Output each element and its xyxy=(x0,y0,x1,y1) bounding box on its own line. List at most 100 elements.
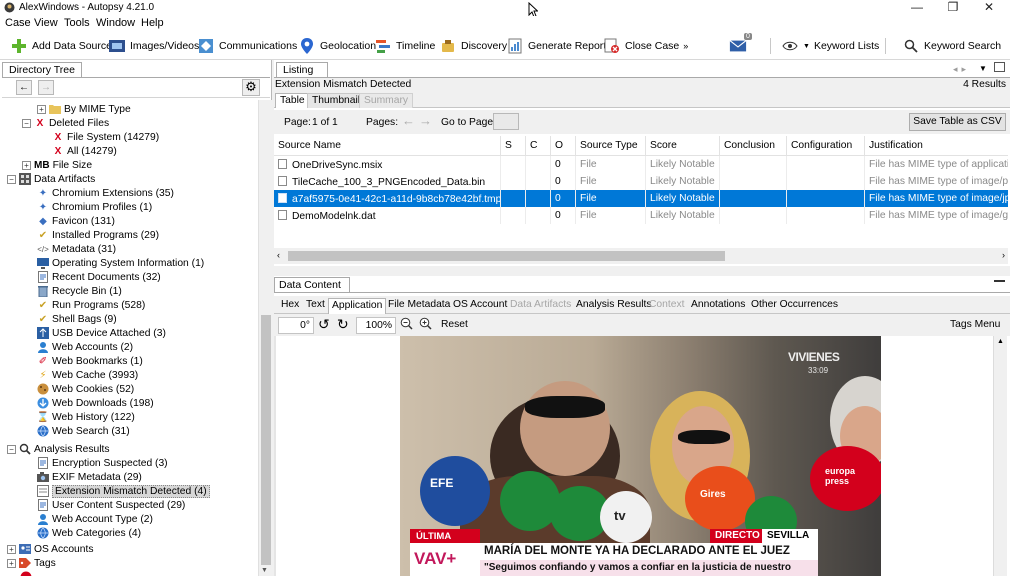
discovery-button[interactable]: Discovery xyxy=(439,36,507,56)
listing-menu-dropdown-icon[interactable]: ▼ xyxy=(979,64,987,73)
tree-item-data-artifacts[interactable]: − Data Artifacts xyxy=(7,172,95,186)
tree-item-analysis-results[interactable]: − Analysis Results xyxy=(7,442,110,456)
timeline-button[interactable]: Timeline xyxy=(374,36,435,56)
generate-report-button[interactable]: Generate Report xyxy=(506,36,606,56)
tags-menu-button[interactable]: Tags Menu xyxy=(950,319,1000,330)
communications-button[interactable]: Communications xyxy=(197,36,297,56)
tab-summary[interactable]: Summary xyxy=(359,93,414,108)
tree-item-by-mime-type[interactable]: + By MIME Type xyxy=(37,102,131,116)
tree-item-all[interactable]: X All (14279) xyxy=(52,144,117,158)
keyword-search-button[interactable]: Keyword Search xyxy=(902,36,1001,56)
tree-item-web-accounts[interactable]: Web Accounts (2) xyxy=(37,340,133,354)
rotate-left-icon[interactable]: ↺ xyxy=(318,316,330,333)
tree-item-file-size[interactable]: + MB File Size xyxy=(22,158,92,172)
listing-nav-arrows[interactable]: ◂▸ xyxy=(953,64,970,75)
tree-item-os-accounts[interactable]: + OS Accounts xyxy=(7,542,94,556)
forward-arrow-icon[interactable]: → xyxy=(38,80,54,95)
inbox-button[interactable]: 0 xyxy=(729,33,752,56)
tab-other-occurrences[interactable]: Other Occurrences xyxy=(748,298,841,314)
tab-data-content[interactable]: Data Content xyxy=(274,277,350,293)
column-header-configuration[interactable]: Configuration xyxy=(787,136,865,156)
expand-toggle-icon[interactable]: + xyxy=(7,544,16,554)
tree-item-deleted-files[interactable]: − X Deleted Files xyxy=(22,116,109,130)
column-header-source-name[interactable]: Source Name xyxy=(274,136,501,156)
column-header-o[interactable]: O xyxy=(551,136,576,156)
minimize-button[interactable]: — xyxy=(900,0,934,16)
table-row-selected[interactable]: a7af5975-0e41-42c1-a11d-9b8cb78e42bf.tmp… xyxy=(274,190,1008,207)
tab-table[interactable]: Table xyxy=(275,93,310,108)
zoom-field[interactable]: 100% xyxy=(356,317,396,334)
column-header-s[interactable]: S xyxy=(501,136,526,156)
tree-item-os-information[interactable]: Operating System Information (1) xyxy=(37,256,204,270)
tree-item-usb-device[interactable]: USB Device Attached (3) xyxy=(37,326,166,340)
tree-item-web-history[interactable]: ⌛ Web History (122) xyxy=(37,410,135,424)
tab-data-artifacts[interactable]: Data Artifacts xyxy=(507,298,574,314)
tab-os-account[interactable]: OS Account xyxy=(450,298,510,314)
collapse-toggle-icon[interactable]: − xyxy=(7,174,16,184)
minimize-panel-icon[interactable] xyxy=(994,280,1005,290)
expand-toggle-icon[interactable]: + xyxy=(22,160,31,170)
next-page-arrow-icon[interactable]: → xyxy=(419,113,432,128)
toolbar-overflow-icon[interactable]: » xyxy=(683,41,688,51)
tab-hex[interactable]: Hex xyxy=(278,298,302,314)
scrollbar-thumb[interactable] xyxy=(288,251,725,261)
save-table-as-csv-button[interactable]: Save Table as CSV xyxy=(909,113,1006,131)
maximize-button[interactable]: ❐ xyxy=(936,0,970,16)
rotate-right-icon[interactable]: ↻ xyxy=(337,316,349,333)
close-case-button[interactable]: Close Case » xyxy=(603,36,688,56)
zoom-in-icon[interactable] xyxy=(419,317,432,333)
keyword-lists-button[interactable]: ▼ Keyword Lists xyxy=(781,36,879,56)
previous-page-arrow-icon[interactable]: ← xyxy=(402,113,415,128)
images-videos-button[interactable]: Images/Videos xyxy=(108,36,199,56)
table-horizontal-scrollbar[interactable]: ‹ › xyxy=(274,248,1008,264)
tree-item-run-programs[interactable]: ✔ Run Programs (528) xyxy=(37,298,145,312)
tree-item-web-downloads[interactable]: Web Downloads (198) xyxy=(37,396,154,410)
table-row[interactable]: TileCache_100_3_PNGEncoded_Data.bin 0 Fi… xyxy=(274,173,1008,190)
zoom-out-icon[interactable] xyxy=(400,317,413,333)
tree-item-web-search[interactable]: Web Search (31) xyxy=(37,424,130,438)
tree-item-web-cache[interactable]: ⚡ Web Cache (3993) xyxy=(37,368,138,382)
tab-annotations[interactable]: Annotations xyxy=(688,298,748,314)
gear-icon[interactable]: ⚙ xyxy=(242,79,260,96)
menu-tools[interactable]: Tools xyxy=(64,17,90,29)
expand-toggle-icon[interactable]: + xyxy=(7,558,16,568)
tab-context[interactable]: Context xyxy=(646,298,688,314)
column-header-justification[interactable]: Justification xyxy=(865,136,1008,156)
panel-splitter[interactable] xyxy=(274,266,1010,276)
close-window-button[interactable]: ✕ xyxy=(972,0,1006,16)
tree-item-exif-metadata[interactable]: EXIF Metadata (29) xyxy=(37,470,142,484)
tree-item-metadata[interactable]: </> Metadata (31) xyxy=(37,242,116,256)
scrollbar-thumb[interactable] xyxy=(261,315,271,565)
scroll-up-arrow-icon[interactable]: ▲ xyxy=(997,338,1004,345)
geolocation-button[interactable]: Geolocation xyxy=(298,36,376,56)
scroll-left-arrow-icon[interactable]: ‹ xyxy=(277,250,280,260)
add-data-source-button[interactable]: Add Data Source xyxy=(10,36,112,56)
menu-case[interactable]: Case xyxy=(5,17,31,29)
tab-file-metadata[interactable]: File Metadata xyxy=(385,298,453,314)
tree-item-web-categories[interactable]: Web Categories (4) xyxy=(37,526,141,540)
tree-item-web-cookies[interactable]: Web Cookies (52) xyxy=(37,382,134,396)
column-header-conclusion[interactable]: Conclusion xyxy=(720,136,787,156)
table-row[interactable]: DemoModelnk.dat 0 File Likely Notable Fi… xyxy=(274,207,1008,224)
tab-analysis-results[interactable]: Analysis Results xyxy=(573,298,655,314)
collapse-toggle-icon[interactable]: − xyxy=(22,118,31,128)
tree-item-user-content-suspected[interactable]: User Content Suspected (29) xyxy=(37,498,185,512)
tree-item-tags[interactable]: + Tags xyxy=(7,556,56,570)
tree-item-shell-bags[interactable]: ✔ Shell Bags (9) xyxy=(37,312,117,326)
column-header-score[interactable]: Score xyxy=(646,136,720,156)
tree-item-file-system[interactable]: X File System (14279) xyxy=(52,130,159,144)
menu-view[interactable]: View xyxy=(34,17,58,29)
menu-window[interactable]: Window xyxy=(96,17,135,29)
tree-item-encryption-suspected[interactable]: Encryption Suspected (3) xyxy=(37,456,168,470)
viewer-vertical-scrollbar[interactable]: ▲ xyxy=(993,336,1007,576)
tab-thumbnail[interactable]: Thumbnail xyxy=(307,93,366,108)
tab-listing[interactable]: Listing xyxy=(276,62,328,78)
tree-item-recent-documents[interactable]: Recent Documents (32) xyxy=(37,270,161,284)
tree-item-installed-programs[interactable]: ✔ Installed Programs (29) xyxy=(37,228,159,242)
tree-vertical-scrollbar[interactable]: ▼ xyxy=(258,100,272,576)
maximize-panel-icon[interactable] xyxy=(994,62,1005,72)
menu-help[interactable]: Help xyxy=(141,17,164,29)
collapse-toggle-icon[interactable]: − xyxy=(7,444,16,454)
tree-item-web-bookmarks[interactable]: ✐ Web Bookmarks (1) xyxy=(37,354,143,368)
tab-directory-tree[interactable]: Directory Tree xyxy=(2,62,82,78)
